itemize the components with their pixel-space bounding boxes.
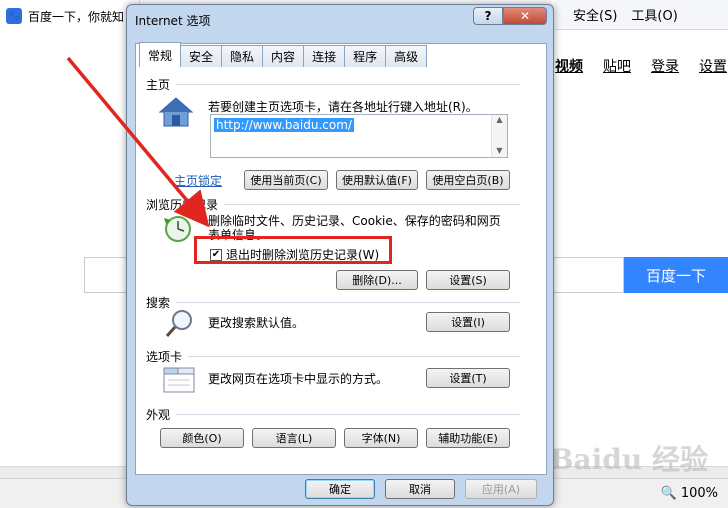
browser-tab[interactable]: 🐾 百度一下，你就知 (0, 0, 140, 32)
tabs-section-header: 选项卡 (146, 348, 520, 365)
languages-button[interactable]: 语言(L) (252, 428, 336, 448)
annotation-highlight-box (194, 236, 392, 264)
tabs-settings-button[interactable]: 设置(T) (426, 368, 510, 388)
baidu-search-button[interactable]: 百度一下 (624, 257, 728, 293)
use-current-button[interactable]: 使用当前页(C) (244, 170, 328, 190)
baidu-favicon-icon: 🐾 (6, 8, 22, 24)
safety-menu[interactable]: 安全(S) (573, 5, 617, 24)
tab-programs[interactable]: 程序 (344, 45, 387, 67)
accessibility-button[interactable]: 辅助功能(E) (426, 428, 510, 448)
colors-button[interactable]: 颜色(O) (160, 428, 244, 448)
search-settings-button[interactable]: 设置(I) (426, 312, 510, 332)
help-button[interactable]: ? (473, 7, 503, 25)
tab-privacy[interactable]: 隐私 (221, 45, 264, 67)
search-section-header: 搜索 (146, 294, 520, 311)
tab-general[interactable]: 常规 (139, 42, 182, 67)
apply-button[interactable]: 应用(A) (465, 479, 537, 499)
browser-toolbar: 安全(S) 工具(O) (555, 0, 728, 30)
magnifier-icon (164, 308, 196, 343)
tab-advanced[interactable]: 高级 (385, 45, 428, 67)
home-lock-link[interactable]: 主页锁定 (174, 172, 222, 189)
tabs-window-icon (162, 364, 196, 397)
search-description: 更改搜索默认值。 (208, 316, 305, 330)
use-blank-button[interactable]: 使用空白页(B) (426, 170, 510, 190)
history-settings-button[interactable]: 设置(S) (426, 270, 510, 290)
tab-content[interactable]: 内容 (262, 45, 305, 67)
dialog-title: Internet 选项 (135, 13, 211, 28)
baidu-nav: 视频 贴吧 登录 设置 (555, 56, 728, 76)
tabs-description: 更改网页在选项卡中显示的方式。 (208, 372, 389, 386)
browser-tab-title: 百度一下，你就知 (28, 9, 125, 24)
zoom-control[interactable]: 🔍 100% (661, 486, 718, 501)
url-scrollbar[interactable]: ▲ ▼ (491, 115, 507, 157)
zoom-icon: 🔍 (660, 486, 677, 501)
tools-menu[interactable]: 工具(O) (631, 5, 677, 24)
options-tab-strip: 常规 安全 隐私 内容 连接 程序 高级 (139, 42, 428, 67)
nav-video[interactable]: 视频 (555, 56, 583, 76)
scroll-down-icon: ▼ (496, 146, 503, 155)
history-section-header: 浏览历史记录 (146, 196, 520, 213)
home-icon (158, 96, 194, 131)
home-description: 若要创建主页选项卡，请在各地址行键入地址(R)。 (208, 100, 478, 114)
home-section-header: 主页 (146, 76, 520, 93)
nav-tieba[interactable]: 贴吧 (603, 56, 631, 76)
zoom-level: 100% (680, 486, 718, 501)
baidu-watermark: Baidu 经验 (549, 443, 708, 476)
ok-button[interactable]: 确定 (305, 479, 375, 499)
home-url-textarea[interactable]: http://www.baidu.com/ ▲ ▼ (210, 114, 508, 158)
tab-security[interactable]: 安全 (180, 45, 223, 67)
use-default-button[interactable]: 使用默认值(F) (336, 170, 418, 190)
history-clock-icon (162, 214, 196, 247)
scroll-up-icon: ▲ (496, 115, 503, 124)
close-button[interactable]: ✕ (503, 7, 547, 25)
home-url-text: http://www.baidu.com/ (214, 118, 354, 132)
cancel-button[interactable]: 取消 (385, 479, 455, 499)
delete-history-button[interactable]: 删除(D)... (336, 270, 418, 290)
fonts-button[interactable]: 字体(N) (344, 428, 418, 448)
window-controls: ? ✕ (473, 7, 547, 25)
nav-settings[interactable]: 设置 (699, 56, 727, 76)
nav-login[interactable]: 登录 (651, 56, 679, 76)
tab-connections[interactable]: 连接 (303, 45, 346, 67)
appearance-section-header: 外观 (146, 406, 520, 423)
